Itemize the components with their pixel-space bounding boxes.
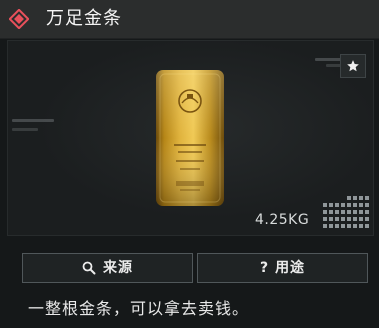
source-button-label: 来源: [103, 260, 133, 276]
star-icon: [347, 60, 359, 72]
gold-bar-icon: [156, 70, 224, 206]
item-weight: 4.25KG: [255, 212, 310, 228]
item-description: 一整根金条，可以拿去卖钱。: [28, 299, 250, 318]
source-button[interactable]: 来源: [22, 253, 193, 283]
background-decoration: [12, 119, 54, 122]
background-decoration: [12, 128, 38, 131]
item-detail-panel: 万足金条 4.25KG 来源 ? 用途 一整根金条，可以拿去卖钱。: [0, 0, 379, 328]
search-icon: [82, 261, 96, 275]
item-title: 万足金条: [46, 8, 122, 29]
usage-button[interactable]: ? 用途: [197, 253, 368, 283]
item-header: 万足金条: [0, 0, 379, 39]
usage-button-label: 用途: [275, 260, 306, 276]
question-icon: ?: [259, 260, 269, 276]
diamond-emblem-icon: [9, 9, 29, 29]
grid-icon: [323, 196, 369, 228]
favorite-button[interactable]: [340, 54, 366, 78]
